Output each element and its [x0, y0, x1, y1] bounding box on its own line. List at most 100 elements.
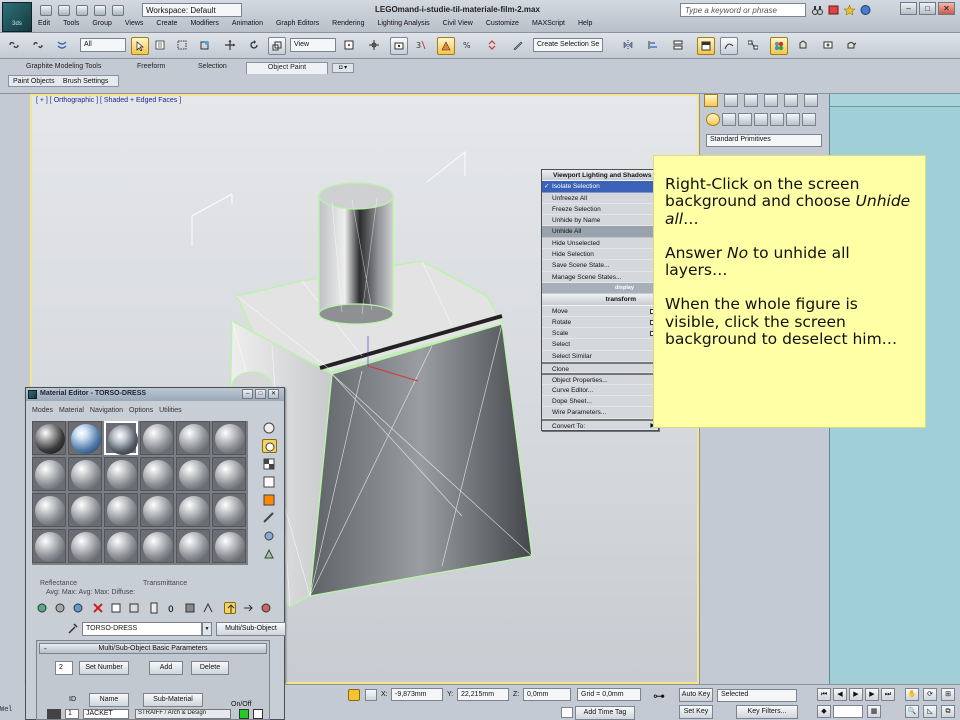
menu-item-edit[interactable]: Edit — [38, 20, 50, 32]
mat-menu-navigation[interactable]: Navigation — [90, 407, 123, 414]
rollout-collapse-icon[interactable]: - — [44, 644, 47, 653]
menu-item-maxscript[interactable]: MAXScript — [532, 20, 565, 32]
curve-editor-icon[interactable] — [720, 37, 738, 55]
ribbon-tab-selection[interactable]: Selection — [192, 62, 233, 74]
quad-item-freeze-selection[interactable]: Freeze Selection — [542, 204, 658, 216]
set-key-button[interactable]: Set Key — [679, 705, 713, 719]
sample-type-icon[interactable] — [262, 421, 277, 435]
quad-item-convert-to-[interactable]: Convert To:▶ — [542, 418, 658, 430]
material-count-input[interactable]: 2 — [55, 661, 73, 675]
material-slot[interactable] — [140, 493, 174, 527]
col-name-header[interactable]: Name — [89, 693, 129, 707]
menu-item-group[interactable]: Group — [92, 20, 111, 32]
mirror-icon[interactable] — [620, 37, 638, 55]
z-coord-input[interactable]: 0,0mm — [523, 688, 571, 701]
material-slot[interactable] — [32, 493, 66, 527]
y-coord-input[interactable]: 22,215mm — [457, 688, 509, 701]
material-slot[interactable] — [104, 493, 138, 527]
mat-menu-modes[interactable]: Modes — [32, 407, 53, 414]
category-dropdown[interactable]: Standard Primitives — [706, 134, 822, 147]
menu-item-civil-view[interactable]: Civil View — [443, 20, 473, 32]
show-shaded-map-icon[interactable] — [184, 602, 196, 614]
material-slot[interactable] — [68, 457, 102, 491]
material-slot[interactable] — [212, 421, 246, 455]
material-slot[interactable] — [176, 493, 210, 527]
render-setup-icon[interactable] — [795, 37, 813, 55]
edit-named-selection-icon[interactable] — [510, 37, 528, 55]
quad-item-select-similar[interactable]: Select Similar — [542, 351, 658, 363]
hierarchy-tab-icon[interactable] — [744, 94, 758, 107]
material-slot[interactable] — [68, 529, 102, 563]
rendered-frame-icon[interactable] — [820, 37, 838, 55]
search-input[interactable]: Type a keyword or phrase — [680, 3, 806, 17]
material-slot[interactable] — [212, 493, 246, 527]
ribbon-minimize-toggle[interactable]: ◘ ▾ — [332, 63, 354, 73]
pivot-center-icon[interactable] — [341, 37, 359, 55]
redo-icon[interactable] — [112, 5, 124, 16]
window-crossing-icon[interactable] — [197, 37, 215, 55]
menu-item-rendering[interactable]: Rendering — [332, 20, 364, 32]
keyboard-shortcut-icon[interactable] — [390, 37, 408, 55]
menu-item-modifiers[interactable]: Modifiers — [190, 20, 218, 32]
reference-coord-dropdown[interactable]: View — [290, 38, 336, 52]
save-file-icon[interactable] — [76, 5, 88, 16]
layer-manager-icon[interactable] — [670, 37, 688, 55]
material-slot[interactable] — [104, 421, 138, 455]
material-slot[interactable] — [176, 529, 210, 563]
ribbon-tab-graphite[interactable]: Graphite Modeling Tools — [20, 62, 107, 74]
key-selection-dropdown[interactable]: Selected — [717, 689, 797, 702]
quad-item-manage-scene-states-[interactable]: Manage Scene States... — [542, 272, 658, 283]
background-checker-icon[interactable] — [262, 457, 277, 471]
add-time-tag-icon[interactable] — [561, 707, 573, 718]
material-name-dropdown-icon[interactable]: ▼ — [202, 622, 212, 636]
move-icon[interactable] — [222, 37, 240, 55]
lights-icon[interactable] — [738, 113, 752, 126]
auto-key-button[interactable]: Auto Key — [679, 688, 713, 702]
undo-icon[interactable] — [94, 5, 106, 16]
quad-item-hide-unselected[interactable]: Hide Unselected — [542, 238, 658, 250]
utilities-tab-icon[interactable] — [804, 94, 818, 107]
schematic-view-icon[interactable] — [745, 37, 763, 55]
material-editor-icon[interactable] — [770, 37, 788, 55]
quad-item-unhide-by-name[interactable]: Unhide by Name — [542, 215, 658, 227]
quad-item-unfreeze-all[interactable]: Unfreeze All — [542, 193, 658, 204]
app-logo[interactable]: 3ds — [2, 2, 32, 32]
quad-item-curve-editor-[interactable]: Curve Editor... — [542, 385, 658, 396]
go-to-end-icon[interactable]: ⏭ — [881, 688, 895, 701]
quad-item-hide-selection[interactable]: Hide Selection — [542, 249, 658, 261]
options-icon[interactable] — [262, 529, 277, 543]
time-config-icon[interactable]: ▦ — [867, 705, 881, 718]
quad-item-move[interactable]: Move — [542, 306, 658, 317]
subtab-paint-objects[interactable]: Paint Objects — [13, 77, 55, 87]
selection-lock-icon[interactable] — [348, 689, 360, 701]
quad-item-save-scene-state-[interactable]: Save Scene State... — [542, 260, 658, 272]
backlight-icon[interactable] — [262, 439, 277, 453]
rect-selection-icon[interactable] — [174, 37, 192, 55]
graphite-toggle-icon[interactable] — [697, 37, 715, 55]
make-unique-icon[interactable] — [128, 602, 140, 614]
align-icon[interactable] — [645, 37, 663, 55]
material-slot[interactable] — [32, 529, 66, 563]
pick-material-icon[interactable] — [260, 602, 272, 614]
row-submaterial[interactable]: STRAIFF / Arch & Design — [135, 709, 231, 719]
material-slot[interactable] — [68, 493, 102, 527]
pan-icon[interactable]: ✋ — [905, 688, 919, 701]
row-swatch[interactable] — [47, 709, 61, 719]
menu-item-graph-editors[interactable]: Graph Editors — [276, 20, 319, 32]
quad-item-scale[interactable]: Scale — [542, 328, 658, 340]
snaps-toggle-icon[interactable]: 3 — [413, 37, 431, 55]
material-type-button[interactable]: Multi/Sub-Object — [216, 622, 286, 636]
row-onoff-checkbox[interactable] — [253, 709, 263, 719]
show-end-result-icon[interactable] — [202, 602, 214, 614]
create-tab-icon[interactable] — [704, 94, 718, 107]
maximize-button[interactable]: □ — [919, 2, 936, 15]
scale-icon[interactable] — [268, 37, 286, 55]
zoom-extents-icon[interactable]: ⊞ — [941, 688, 955, 701]
material-slot[interactable] — [32, 457, 66, 491]
material-slot[interactable] — [104, 457, 138, 491]
geometry-icon[interactable] — [706, 113, 720, 126]
close-button[interactable]: ✕ — [938, 2, 955, 15]
material-slot[interactable] — [212, 457, 246, 491]
helpers-icon[interactable] — [770, 113, 784, 126]
row-id[interactable]: 1 — [65, 709, 79, 719]
